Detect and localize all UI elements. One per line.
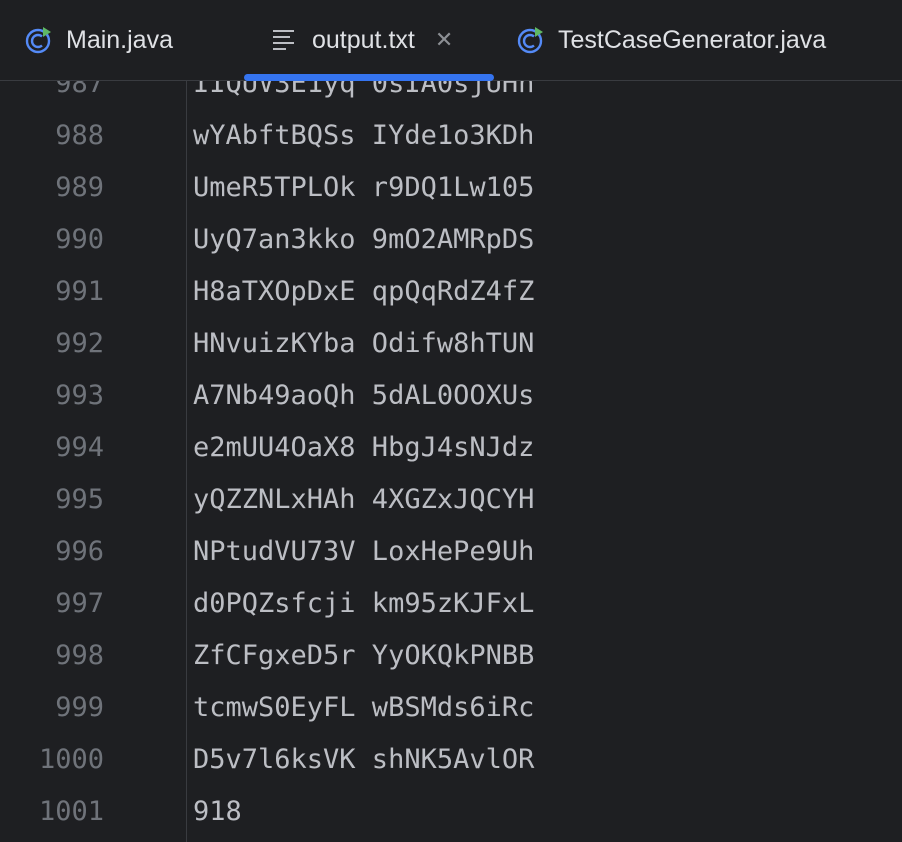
editor-line[interactable]: 998 ZfCFgxeD5r YyOKQkPNBB [0,630,902,682]
editor-line[interactable]: 1000 D5v7l6ksVK shNK5AvlOR [0,734,902,786]
line-number: 1000 [38,744,104,775]
editor-line[interactable]: 989 UmeR5TPLOk r9DQ1Lw105 [0,162,902,214]
line-text[interactable]: e2mUU4OaX8 HbgJ4sNJdz [193,422,534,474]
line-text[interactable]: 918 [193,786,242,838]
tab-label: TestCaseGenerator.java [558,25,827,54]
line-number: 997 [55,588,104,619]
editor-line[interactable]: 991 H8aTXOpDxE qpQqRdZ4fZ [0,266,902,318]
editor-line[interactable]: 987 IIQUV3E1yq 0sIA0sjUHn [0,81,902,110]
line-number: 994 [55,432,104,463]
line-number: 987 [55,81,104,99]
editor-line[interactable]: 995 yQZZNLxHAh 4XGZxJQCYH [0,474,902,526]
editor-line[interactable]: 993 A7Nb49aoQh 5dAL0OOXUs [0,370,902,422]
editor-line[interactable]: 999 tcmwS0EyFL wBSMds6iRc [0,682,902,734]
line-text[interactable]: A7Nb49aoQh 5dAL0OOXUs [193,370,534,422]
editor-tab-bar: Main.java output.txt ✕ TestCaseGenerator… [0,0,902,81]
line-text[interactable]: tcmwS0EyFL wBSMds6iRc [193,682,534,734]
close-icon[interactable]: ✕ [435,27,453,53]
line-number: 999 [55,692,104,723]
line-number: 989 [55,172,104,203]
line-text[interactable]: UmeR5TPLOk r9DQ1Lw105 [193,162,534,214]
line-text[interactable]: UyQ7an3kko 9mO2AMRpDS [193,214,534,266]
editor-line[interactable]: 990 UyQ7an3kko 9mO2AMRpDS [0,214,902,266]
line-number: 998 [55,640,104,671]
line-number: 995 [55,484,104,515]
tab-label: Main.java [66,25,173,54]
java-class-icon [516,25,546,55]
line-number: 996 [55,536,104,567]
text-file-icon [270,25,300,55]
line-number: 988 [55,120,104,151]
active-tab-indicator [244,74,494,81]
line-text[interactable]: ZfCFgxeD5r YyOKQkPNBB [193,630,534,682]
text-editor[interactable]: 987 IIQUV3E1yq 0sIA0sjUHn 988 wYAbftBQSs IY… [0,81,902,842]
editor-line[interactable]: 997 d0PQZsfcji km95zKJFxL [0,578,902,630]
line-number: 993 [55,380,104,411]
line-text[interactable]: wYAbftBQSs IYde1o3KDh [193,110,534,162]
editor-line[interactable]: 1001 918 [0,786,902,838]
line-number: 1001 [38,796,104,827]
line-number: 992 [55,328,104,359]
line-text[interactable]: NPtudVU73V LoxHePe9Uh [193,526,534,578]
editor-line[interactable]: 992 HNvuizKYba Odifw8hTUN [0,318,902,370]
line-text[interactable]: IIQUV3E1yq 0sIA0sjUHn [193,81,534,110]
line-number: 990 [55,224,104,255]
line-text[interactable]: HNvuizKYba Odifw8hTUN [193,318,534,370]
line-text[interactable]: D5v7l6ksVK shNK5AvlOR [193,734,534,786]
editor-lines: 987 IIQUV3E1yq 0sIA0sjUHn 988 wYAbftBQSs IY… [0,81,902,838]
editor-line[interactable]: 996 NPtudVU73V LoxHePe9Uh [0,526,902,578]
line-text[interactable]: H8aTXOpDxE qpQqRdZ4fZ [193,266,534,318]
line-number: 991 [55,276,104,307]
editor-line[interactable]: 994 e2mUU4OaX8 HbgJ4sNJdz [0,422,902,474]
tab-label: output.txt [312,25,415,54]
tab-testcasegenerator-java[interactable]: TestCaseGenerator.java [516,0,826,80]
line-text[interactable]: d0PQZsfcji km95zKJFxL [193,578,534,630]
tab-main-java[interactable]: Main.java [24,0,173,80]
java-class-icon [24,25,54,55]
tab-output-txt[interactable]: output.txt ✕ [270,0,453,80]
editor-line[interactable]: 988 wYAbftBQSs IYde1o3KDh [0,110,902,162]
line-text[interactable]: yQZZNLxHAh 4XGZxJQCYH [193,474,534,526]
